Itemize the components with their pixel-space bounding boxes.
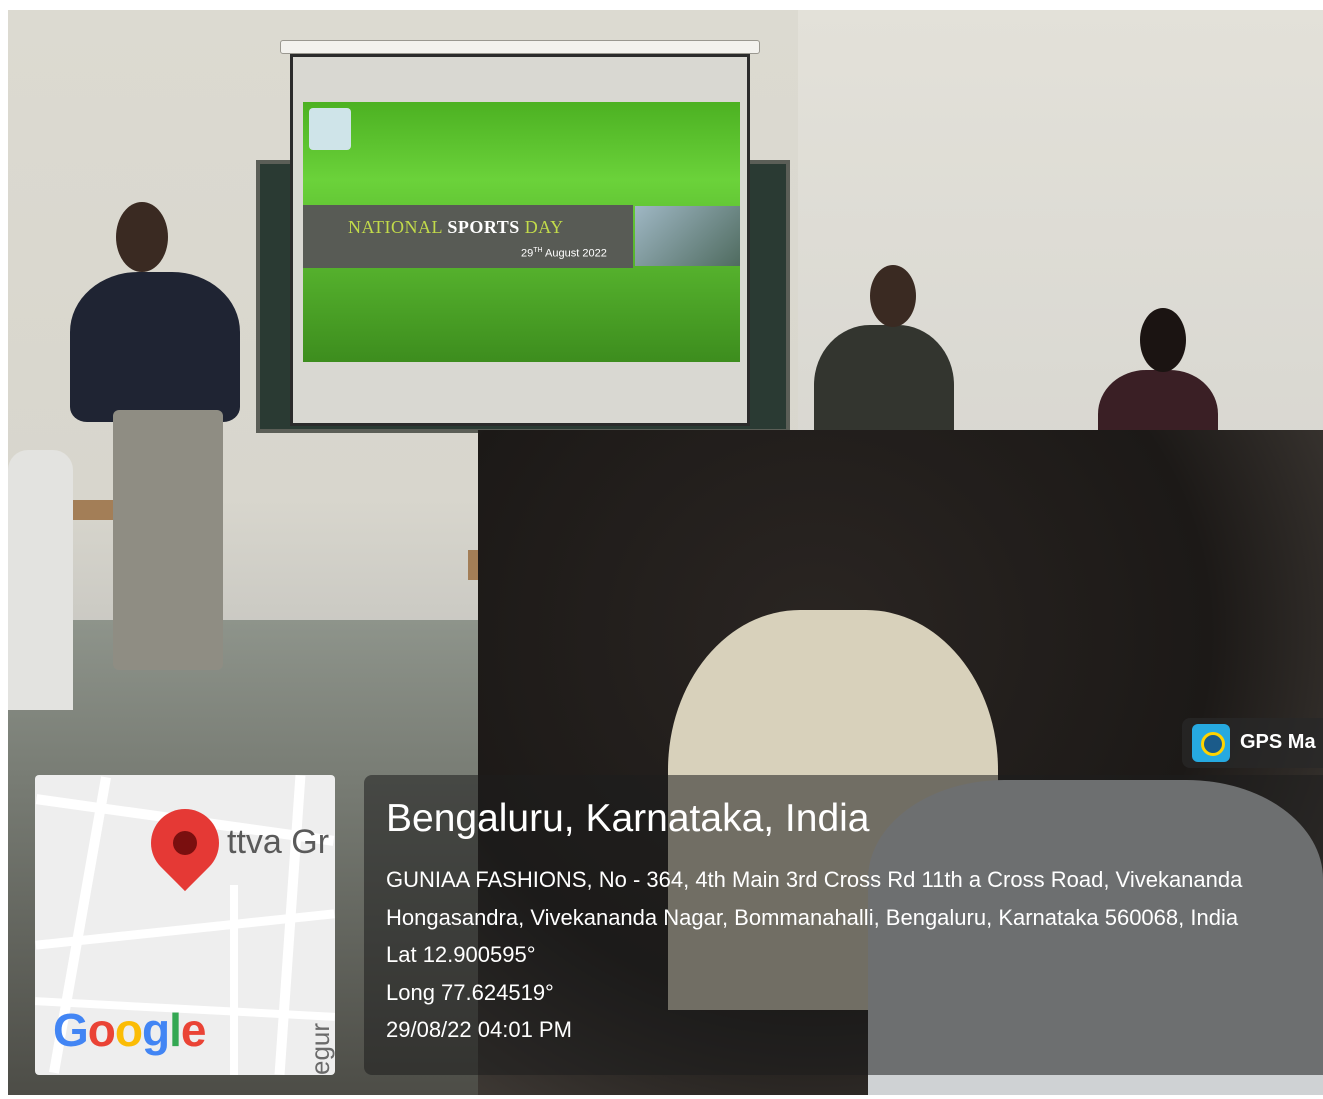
speaker-left [70,272,240,422]
map-road [230,885,238,1075]
longitude: Long 77.624519° [386,980,554,1005]
gps-badge-label: GPS Ma [1240,731,1316,753]
projector-screen: NATIONAL SPORTS DAY 29TH August 2022 [290,54,750,426]
latitude: Lat 12.900595° [386,942,536,967]
speaker-right-head [1140,308,1186,372]
slide-date: 29TH August 2022 [521,247,607,260]
address-line-2: Hongasandra, Vivekananda Nagar, Bommanah… [386,905,1239,930]
map-place-label: ttva Gr [227,823,330,861]
address-line-1: GUNIAA FASHIONS, No - 364, 4th Main 3rd … [386,867,1243,892]
slide-image [635,206,740,266]
map-road-label: egur Rd [305,1022,335,1075]
projector-screen-roll [280,40,760,54]
college-logo [309,108,351,150]
location-title: Bengaluru, Karnataka, India [386,797,870,840]
location-info-panel: Bengaluru, Karnataka, India GUNIAA FASHI… [364,775,1323,1075]
student-left [8,450,73,710]
datetime: 29/08/22 04:01 PM [386,1017,572,1042]
gps-map-camera-badge: GPS Ma [1182,718,1323,768]
presentation-slide: NATIONAL SPORTS DAY 29TH August 2022 [303,102,740,362]
location-map: ttva Gr egur Rd Google [35,775,335,1075]
speaker-left-legs [113,410,223,670]
google-logo: Google [53,1004,206,1056]
map-road [274,775,306,1075]
gps-camera-icon [1192,724,1230,762]
speaker-left-head [116,202,168,272]
speaker-center-head [870,265,916,327]
slide-title: NATIONAL SPORTS DAY [348,217,564,237]
